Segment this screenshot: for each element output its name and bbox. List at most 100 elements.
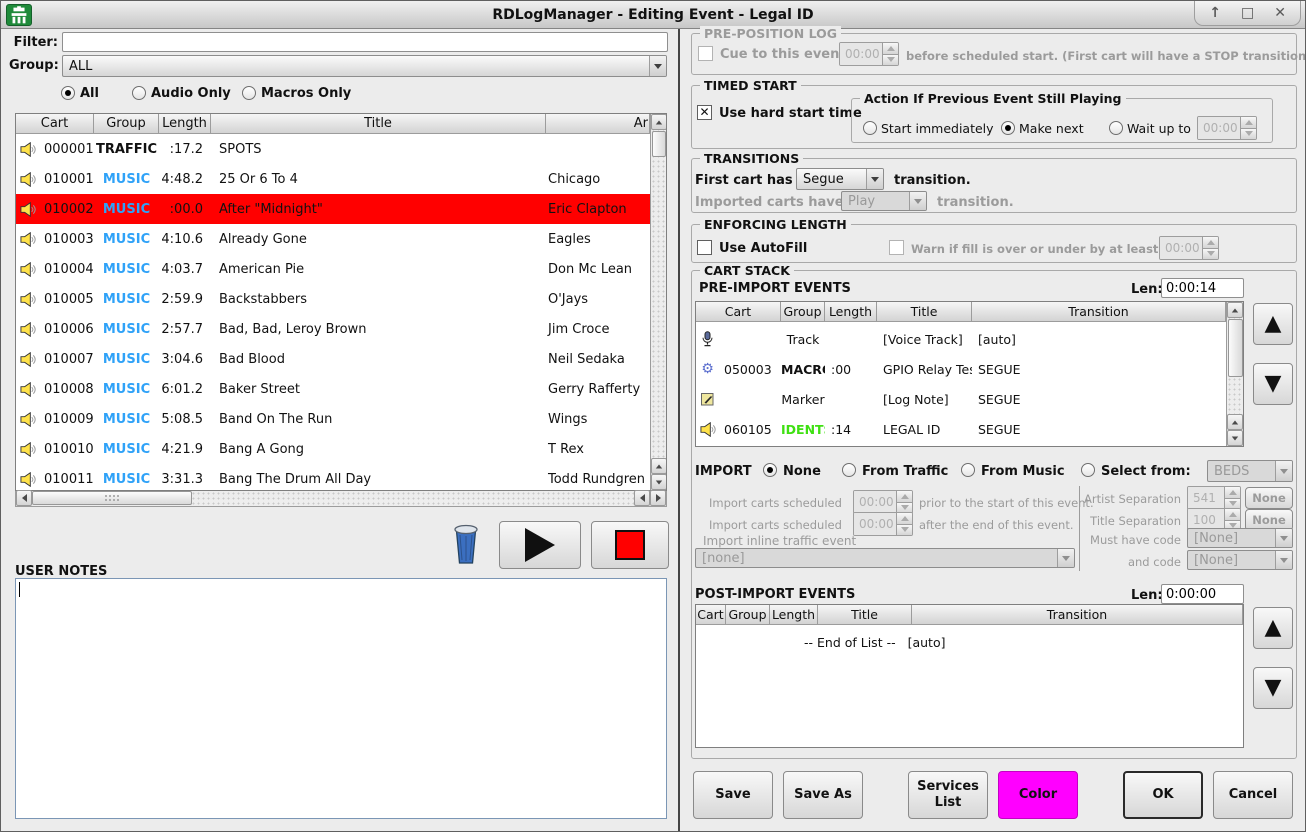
warn-time-spinner[interactable]: 00:00 xyxy=(1159,236,1219,260)
library-row[interactable]: 010008 MUSIC 6:01.2 Baker Street Gerry R… xyxy=(16,374,650,404)
library-row[interactable]: 010007 MUSIC 3:04.6 Bad Blood Neil Sedak… xyxy=(16,344,650,374)
pre-import-vscrollbar[interactable] xyxy=(1226,302,1243,446)
library-row[interactable]: 010011 MUSIC 3:31.3 Bang The Drum All Da… xyxy=(16,464,650,491)
pre-import-row[interactable]: Marker [Log Note] SEGUE xyxy=(696,384,1226,414)
pre-import-move-down-button[interactable]: ▼ xyxy=(1253,363,1293,405)
color-button[interactable]: Color xyxy=(998,771,1078,819)
header-title[interactable]: Title xyxy=(818,605,912,625)
spinner-arrows[interactable] xyxy=(896,513,912,535)
header-artist[interactable]: Ar xyxy=(546,114,650,134)
library-row[interactable]: 010010 MUSIC 4:21.9 Bang A Gong T Rex xyxy=(16,434,650,464)
scroll-left-icon[interactable] xyxy=(634,490,650,506)
scroll-up-icon[interactable] xyxy=(651,114,667,130)
pre-import-row[interactable]: Track [Voice Track] [auto] xyxy=(696,324,1226,354)
header-length[interactable]: Length xyxy=(770,605,818,625)
scroll-down-icon[interactable] xyxy=(651,474,667,490)
use-autofill-checkbox[interactable] xyxy=(697,240,712,255)
cue-to-event-checkbox[interactable] xyxy=(698,46,713,61)
radio-macros-only[interactable] xyxy=(242,86,256,100)
post-import-len-field[interactable] xyxy=(1161,584,1244,604)
library-row[interactable]: 010001 MUSIC 4:48.2 25 Or 6 To 4 Chicago xyxy=(16,164,650,194)
artist-separation-none-button[interactable]: None xyxy=(1245,487,1293,509)
use-hard-start-checkbox[interactable] xyxy=(697,105,712,120)
group-select[interactable]: ALL xyxy=(62,55,667,77)
maximize-icon[interactable]: □ xyxy=(1241,5,1254,21)
header-group[interactable]: Group xyxy=(726,605,770,625)
rollup-icon[interactable]: ↑ xyxy=(1209,5,1221,21)
library-row[interactable]: 010009 MUSIC 5:08.5 Band On The Run Wing… xyxy=(16,404,650,434)
pre-import-row[interactable]: 060105 IDENTS :14 LEGAL ID SEGUE xyxy=(696,414,1226,444)
vscroll-thumb[interactable] xyxy=(1228,319,1243,377)
save-as-button[interactable]: Save As xyxy=(783,771,863,819)
post-import-table[interactable]: Cart Group Length Title Transition -- En… xyxy=(695,604,1244,748)
end-of-list-row[interactable]: -- End of List -- [auto] xyxy=(696,627,1243,657)
first-transition-select[interactable]: Segue xyxy=(796,168,884,190)
radio-import-from-traffic[interactable] xyxy=(842,463,856,477)
after-time-spinner[interactable]: 00:00 xyxy=(853,512,913,536)
pre-import-len-field[interactable] xyxy=(1161,278,1244,298)
radio-start-immediately[interactable] xyxy=(863,121,877,135)
inline-traffic-select[interactable]: [none] xyxy=(695,548,1075,568)
header-transition[interactable]: Transition xyxy=(972,302,1226,322)
vscroll-thumb[interactable] xyxy=(652,131,666,157)
play-button[interactable] xyxy=(499,521,581,569)
cancel-button[interactable]: Cancel xyxy=(1213,771,1293,819)
header-group[interactable]: Group xyxy=(94,114,159,134)
library-row[interactable]: 010006 MUSIC 2:57.7 Bad, Bad, Leroy Brow… xyxy=(16,314,650,344)
spinner-arrows[interactable] xyxy=(1202,237,1218,259)
spinner-arrows[interactable] xyxy=(1240,117,1256,139)
pre-import-move-up-button[interactable]: ▲ xyxy=(1253,303,1293,345)
and-code-select[interactable]: [None] xyxy=(1187,550,1293,570)
header-title[interactable]: Title xyxy=(211,114,546,134)
library-row-selected[interactable]: 010002 MUSIC :00.0 After "Midnight" Eric… xyxy=(16,194,650,224)
header-title[interactable]: Title xyxy=(877,302,972,322)
radio-wait-up-to[interactable] xyxy=(1109,121,1123,135)
user-notes-textarea[interactable] xyxy=(15,578,667,819)
close-icon[interactable]: ✕ xyxy=(1274,5,1286,21)
hscroll-thumb[interactable] xyxy=(32,491,192,505)
header-length[interactable]: Length xyxy=(825,302,877,322)
scroll-up-icon[interactable] xyxy=(1227,414,1243,430)
save-button[interactable]: Save xyxy=(693,771,773,819)
radio-make-next[interactable] xyxy=(1001,121,1015,135)
pre-import-row[interactable]: ⚙050003 MACROS :00 GPIO Relay Test SEGUE xyxy=(696,354,1226,384)
spinner-arrows[interactable] xyxy=(882,43,898,65)
stop-button[interactable] xyxy=(591,521,669,569)
radio-import-none[interactable] xyxy=(763,463,777,477)
library-row[interactable]: 010004 MUSIC 4:03.7 American Pie Don Mc … xyxy=(16,254,650,284)
title-bar[interactable]: RDLogManager - Editing Event - Legal ID … xyxy=(1,1,1305,29)
trash-icon[interactable] xyxy=(453,523,479,565)
header-group[interactable]: Group xyxy=(781,302,825,322)
header-length[interactable]: Length xyxy=(159,114,211,134)
library-hscrollbar[interactable] xyxy=(15,491,667,507)
radio-audio-only[interactable] xyxy=(132,86,146,100)
ok-button[interactable]: OK xyxy=(1123,771,1203,819)
post-import-move-down-button[interactable]: ▼ xyxy=(1253,667,1293,709)
radio-import-select-from[interactable] xyxy=(1081,463,1095,477)
radio-all[interactable] xyxy=(61,86,75,100)
header-transition[interactable]: Transition xyxy=(912,605,1243,625)
imported-transition-select[interactable]: Play xyxy=(841,191,927,211)
prior-time-spinner[interactable]: 00:00 xyxy=(853,490,913,514)
wait-time-spinner[interactable]: 00:00 xyxy=(1197,116,1257,140)
spinner-arrows[interactable] xyxy=(1224,487,1240,509)
filter-input[interactable] xyxy=(62,32,668,52)
library-vscrollbar[interactable] xyxy=(650,114,666,490)
warn-fill-checkbox[interactable] xyxy=(889,240,904,255)
select-from-select[interactable]: BEDS xyxy=(1207,460,1293,482)
artist-separation-spinner[interactable]: 541 xyxy=(1187,486,1241,510)
services-list-button[interactable]: Services List xyxy=(908,771,988,819)
radio-import-from-music[interactable] xyxy=(961,463,975,477)
scroll-up-icon[interactable] xyxy=(1227,302,1243,318)
header-cart[interactable]: Cart xyxy=(696,302,781,322)
header-cart[interactable]: Cart xyxy=(16,114,94,134)
post-import-move-up-button[interactable]: ▲ xyxy=(1253,607,1293,649)
header-cart[interactable]: Cart xyxy=(696,605,726,625)
library-row[interactable]: 010003 MUSIC 4:10.6 Already Gone Eagles xyxy=(16,224,650,254)
scroll-up-icon[interactable] xyxy=(651,458,667,474)
scroll-left-icon[interactable] xyxy=(16,490,32,506)
must-have-code-select[interactable]: [None] xyxy=(1187,528,1293,548)
library-row[interactable]: 000001 TRAFFIC :17.2 SPOTS xyxy=(16,134,650,164)
spinner-arrows[interactable] xyxy=(896,491,912,513)
scroll-right-icon[interactable] xyxy=(650,490,666,506)
